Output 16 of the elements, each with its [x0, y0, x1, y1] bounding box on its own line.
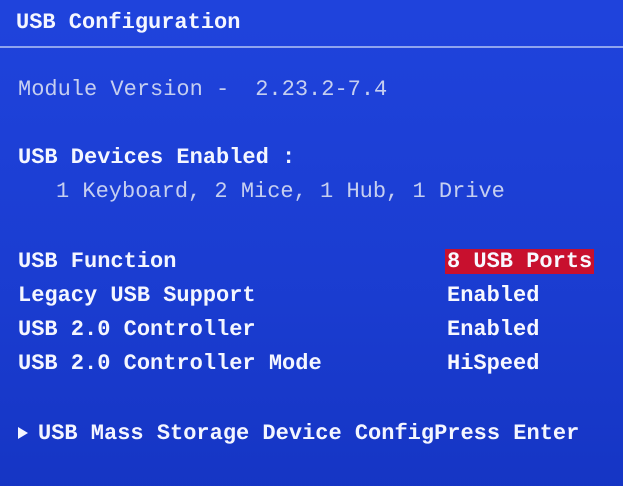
devices-label: USB Devices Enabled : [18, 144, 296, 170]
setting-value[interactable]: Enabled [445, 316, 542, 342]
setting-label: USB 2.0 Controller Mode [18, 350, 323, 376]
help-text: Press Enter [434, 420, 580, 446]
module-version-value: 2.23.2-7.4 [255, 76, 388, 102]
setting-label: USB 2.0 Controller [18, 316, 257, 342]
devices-list: 1 Keyboard, 2 Mice, 1 Hub, 1 Drive [56, 178, 505, 204]
submenu-item[interactable]: USB Mass Storage Device Config [38, 420, 434, 446]
arrow-icon [18, 427, 28, 439]
setting-value[interactable]: HiSpeed [445, 350, 542, 376]
setting-label: USB Function [18, 248, 178, 274]
setting-label: Legacy USB Support [18, 282, 257, 308]
screen-title: USB Configuration [15, 9, 242, 37]
setting-value[interactable]: 8 USB Ports [445, 248, 594, 274]
module-version-label: Module Version - [18, 76, 230, 102]
setting-value[interactable]: Enabled [445, 282, 542, 308]
